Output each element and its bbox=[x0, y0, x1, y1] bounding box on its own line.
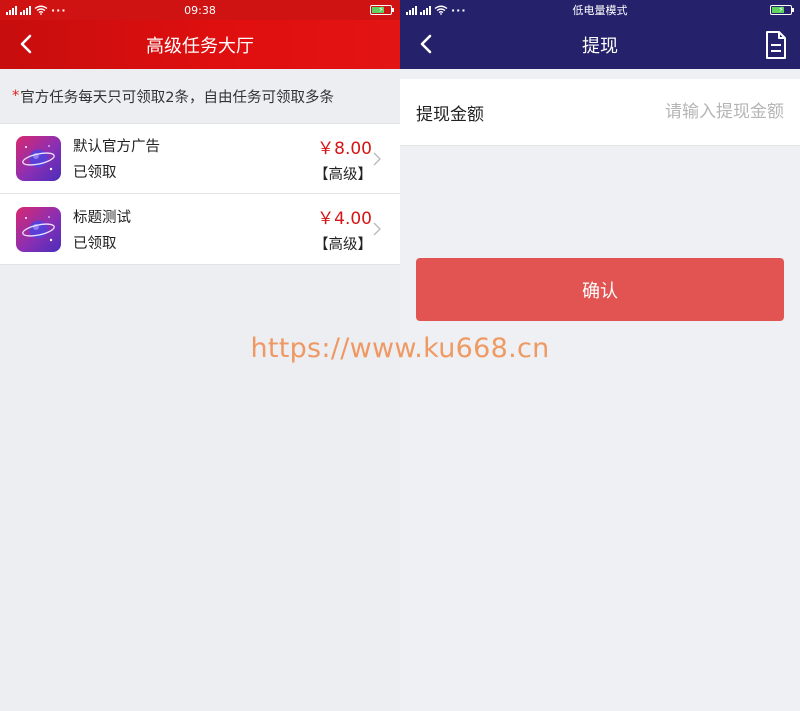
task-status: 已领取 bbox=[73, 165, 117, 181]
more-dots-icon: ··· bbox=[51, 3, 67, 17]
status-icons: ··· bbox=[406, 4, 467, 17]
task-info: 标题测试 已领取 bbox=[73, 206, 314, 253]
task-info: 默认官方广告 已领取 bbox=[73, 135, 314, 182]
chevron-left-icon bbox=[20, 34, 32, 54]
status-bar: ··· 低电量模式 ⚡ bbox=[400, 0, 800, 20]
wifi-icon bbox=[434, 5, 448, 15]
notice-text: 官方任务每天只可领取2条，自由任务可领取多条 bbox=[20, 89, 334, 106]
signal-icon bbox=[6, 5, 17, 15]
task-notice: * 官方任务每天只可领取2条，自由任务可领取多条 bbox=[0, 69, 400, 123]
header-bar: 提现 bbox=[400, 20, 800, 69]
app-planet-icon bbox=[16, 136, 61, 181]
task-list: 默认官方广告 已领取 ￥8.00 【高级】 标题测试 已领取 ￥4.00 【高级… bbox=[0, 123, 400, 265]
withdraw-amount-row: 提现金额 bbox=[400, 79, 800, 146]
chevron-right-icon bbox=[373, 152, 381, 166]
document-icon[interactable] bbox=[764, 30, 788, 60]
page-title: 提现 bbox=[582, 35, 618, 57]
signal-icon bbox=[406, 5, 417, 15]
back-button[interactable] bbox=[14, 32, 38, 56]
screens: ··· 09:38 ⚡ 高级任务大厅 * 官方任务每天只可领取2条，自由任务可领… bbox=[0, 0, 800, 711]
task-title: 标题测试 bbox=[73, 209, 131, 226]
task-status: 已领取 bbox=[73, 235, 117, 252]
page-title: 高级任务大厅 bbox=[146, 35, 254, 57]
status-icons: ··· bbox=[6, 4, 67, 17]
chevron-left-icon bbox=[420, 34, 432, 54]
battery-icon: ⚡ bbox=[770, 5, 794, 15]
amount-label: 提现金额 bbox=[416, 104, 484, 125]
wifi-icon bbox=[34, 5, 48, 15]
signal-icon bbox=[20, 5, 31, 15]
task-level: 【高级】 bbox=[314, 166, 372, 183]
battery-icon: ⚡ bbox=[370, 5, 394, 15]
header-bar: 高级任务大厅 bbox=[0, 20, 400, 69]
task-level: 【高级】 bbox=[314, 237, 372, 253]
task-item[interactable]: 标题测试 已领取 ￥4.00 【高级】 bbox=[0, 194, 400, 265]
task-price: ￥8.00 bbox=[317, 138, 372, 159]
signal-icon bbox=[420, 5, 431, 15]
amount-input[interactable] bbox=[484, 102, 784, 122]
more-dots-icon: ··· bbox=[451, 3, 467, 17]
app-planet-icon bbox=[16, 206, 61, 252]
task-title: 默认官方广告 bbox=[73, 139, 160, 155]
notice-star: * bbox=[12, 88, 20, 104]
task-hall-screen: ··· 09:38 ⚡ 高级任务大厅 * 官方任务每天只可领取2条，自由任务可领… bbox=[0, 0, 400, 711]
task-price: ￥4.00 bbox=[317, 209, 372, 229]
chevron-right-icon bbox=[373, 222, 381, 236]
task-reward: ￥8.00 【高级】 bbox=[314, 134, 372, 184]
task-reward: ￥4.00 【高级】 bbox=[314, 204, 372, 254]
task-item[interactable]: 默认官方广告 已领取 ￥8.00 【高级】 bbox=[0, 123, 400, 194]
back-button[interactable] bbox=[414, 32, 438, 56]
withdraw-screen: ··· 低电量模式 ⚡ 提现 提现金额 确认 bbox=[400, 0, 800, 711]
power-mode-label: 低电量模式 bbox=[572, 4, 628, 17]
status-time: 09:38 bbox=[184, 3, 216, 17]
status-bar: ··· 09:38 ⚡ bbox=[0, 0, 400, 20]
confirm-button[interactable]: 确认 bbox=[416, 258, 784, 321]
